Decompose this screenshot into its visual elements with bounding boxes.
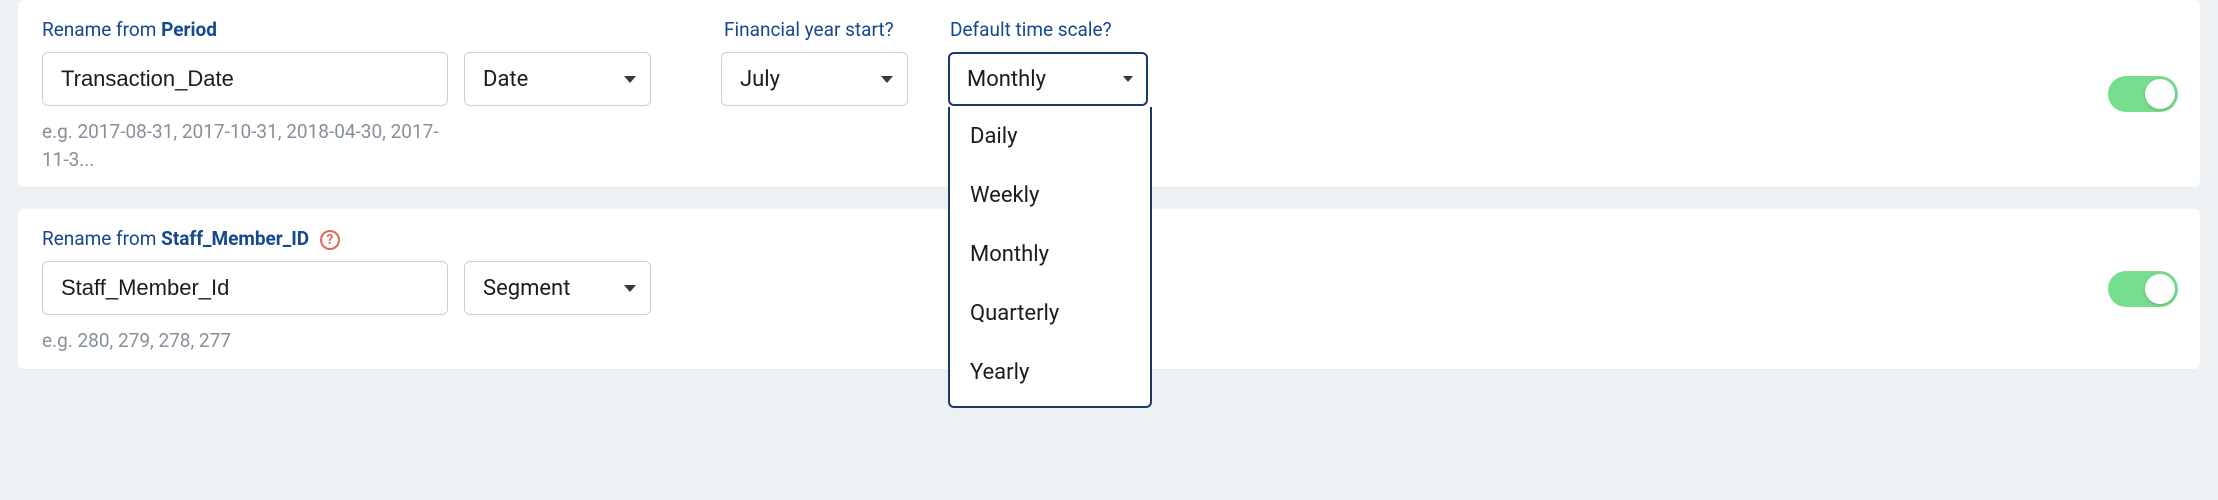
type-select[interactable]: Date (464, 52, 651, 106)
enable-toggle[interactable] (2108, 271, 2178, 307)
time-scale-value: Monthly (967, 67, 1046, 92)
type-select[interactable]: Segment (464, 261, 651, 315)
time-scale-option-quarterly[interactable]: Quarterly (950, 284, 1150, 343)
time-scale-option-daily[interactable]: Daily (950, 107, 1150, 166)
financial-year-select[interactable]: July (721, 52, 908, 106)
card-header-row: Rename from Period Financial year start?… (42, 18, 2176, 42)
type-select-value: Segment (483, 276, 570, 301)
rename-label: Rename from Period (42, 18, 217, 41)
rename-input[interactable] (42, 52, 448, 106)
rename-prefix: Rename from (42, 18, 161, 41)
rename-from-name: Staff_Member_ID (161, 227, 309, 250)
controls-row: Date July Monthly Daily Weekly Monthly Q… (42, 52, 2176, 106)
chevron-down-icon (624, 285, 636, 292)
rename-label-wrap: Rename from Staff_Member_ID ? (42, 227, 724, 251)
chevron-down-icon (1123, 76, 1133, 82)
financial-year-value: July (740, 67, 780, 92)
chevron-down-icon (881, 76, 893, 83)
time-scale-dropdown: Daily Weekly Monthly Quarterly Yearly (948, 107, 1152, 408)
help-icon[interactable]: ? (320, 230, 340, 250)
toggle-knob (2145, 274, 2175, 304)
example-hint: e.g. 280, 279, 278, 277 (42, 327, 462, 355)
example-hint: e.g. 2017-08-31, 2017-10-31, 2018-04-30,… (42, 118, 462, 173)
field-card-period: Rename from Period Financial year start?… (18, 0, 2200, 187)
rename-label: Rename from Staff_Member_ID (42, 227, 314, 250)
time-scale-option-monthly[interactable]: Monthly (950, 225, 1150, 284)
rename-prefix: Rename from (42, 227, 161, 250)
chevron-down-icon (624, 76, 636, 83)
time-scale-option-yearly[interactable]: Yearly (950, 343, 1150, 402)
time-scale-option-weekly[interactable]: Weekly (950, 166, 1150, 225)
header-time-scale: Default time scale? (950, 18, 1112, 41)
time-scale-select[interactable]: Monthly Daily Weekly Monthly Quarterly Y… (948, 52, 1148, 106)
toggle-knob (2145, 79, 2175, 109)
type-select-value: Date (483, 67, 528, 92)
rename-from-name: Period (161, 18, 217, 41)
enable-toggle[interactable] (2108, 76, 2178, 112)
rename-label-wrap: Rename from Period (42, 18, 724, 42)
rename-input[interactable] (42, 261, 448, 315)
header-financial-year: Financial year start? (724, 18, 950, 41)
